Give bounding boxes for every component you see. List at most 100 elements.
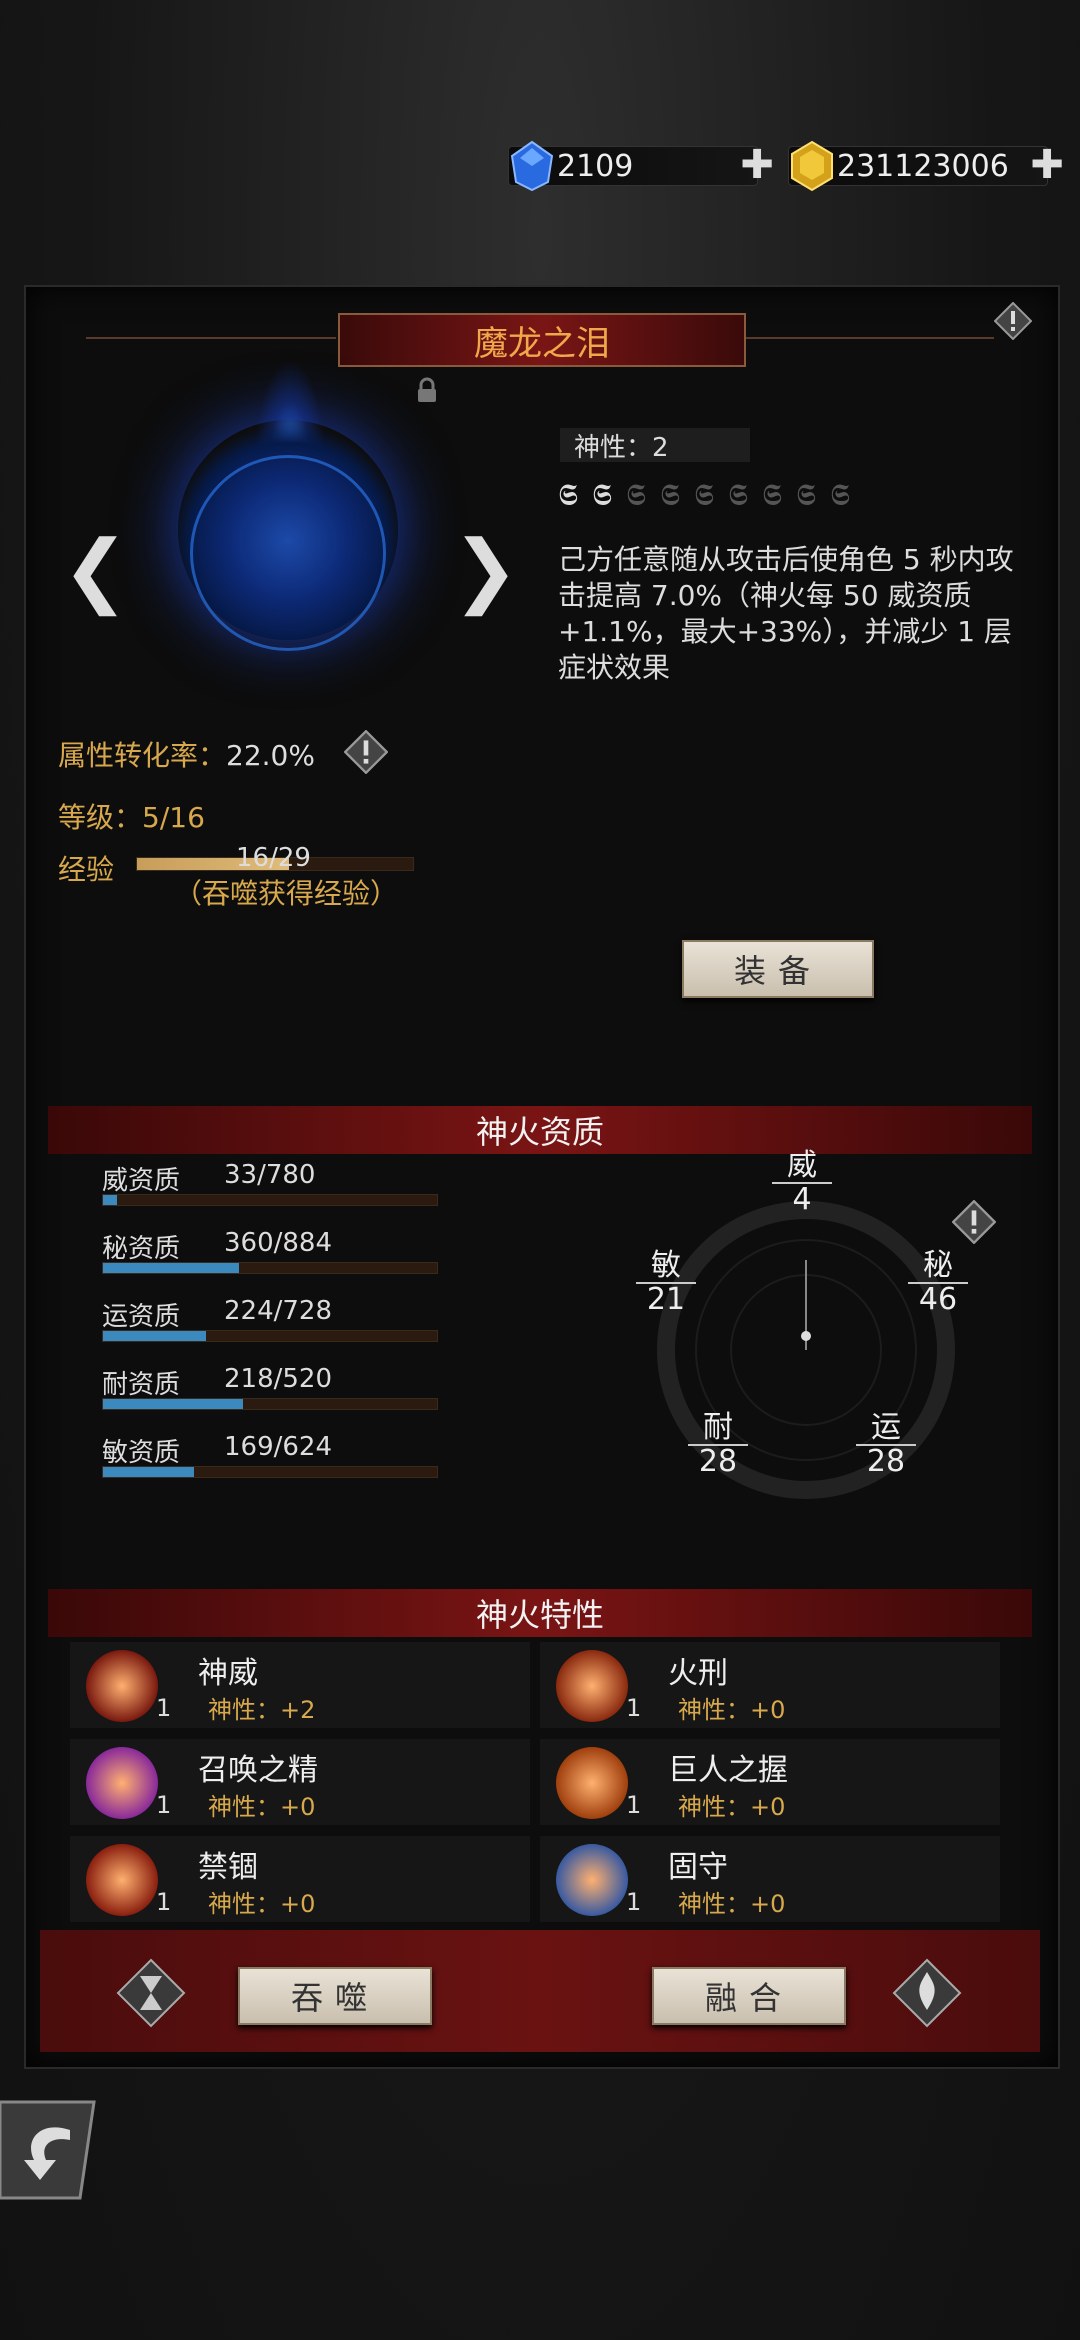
divinity-flame-icon: 𝕾 <box>592 478 612 513</box>
trait-name: 召唤之精 <box>198 1753 318 1788</box>
trait-level: 1 <box>156 1791 172 1819</box>
trait-item[interactable]: 1 神威 神性：+2 <box>70 1642 530 1728</box>
radar-info-icon[interactable] <box>952 1200 996 1244</box>
radar-axis-value: 28 <box>698 1444 738 1479</box>
hourglass-icon[interactable] <box>116 1958 186 2028</box>
orb-ring <box>190 455 386 651</box>
quality-bar <box>102 1466 438 1478</box>
trait-divinity: 神性：+0 <box>678 1793 786 1821</box>
trait-name: 固守 <box>668 1850 728 1885</box>
quality-bar-fill <box>103 1263 239 1273</box>
trait-divinity: 神性：+0 <box>678 1890 786 1918</box>
divinity-flame-icon: 𝕾 <box>626 478 646 513</box>
add-gold-button[interactable]: ✚ <box>1028 145 1066 185</box>
conversion-value: 22.0% <box>226 739 315 772</box>
lock-icon[interactable] <box>416 377 438 403</box>
trait-name: 神威 <box>198 1656 258 1691</box>
radar-axis-name: 秘 <box>908 1250 968 1284</box>
quality-bar-fill <box>103 1331 206 1341</box>
prev-arrow-icon[interactable]: ❮ <box>62 530 129 610</box>
quality-value: 169/624 <box>224 1432 333 1462</box>
gem-currency: 2109 ✚ <box>508 140 774 192</box>
fist-icon <box>556 1747 628 1819</box>
fusion-icon[interactable] <box>892 1958 962 2028</box>
gold-currency: 231123006 ✚ <box>788 140 1064 192</box>
divinity-label: 神性：2 <box>560 428 750 463</box>
quality-bar <box>102 1398 438 1410</box>
fuse-button[interactable]: 融合 <box>652 1967 846 2025</box>
exp-label: 经验 <box>58 853 115 886</box>
gem-icon <box>510 140 554 192</box>
next-arrow-icon[interactable]: ❯ <box>452 530 519 610</box>
radar-axis-value: 28 <box>866 1444 906 1479</box>
conversion-rate: 属性转化率：22.0% <box>58 734 315 774</box>
quality-bar-fill <box>103 1467 194 1477</box>
quality-bar <box>102 1330 438 1342</box>
qualities-header: 神火资质 <box>48 1106 1032 1154</box>
divinity-flame-icon: 𝕾 <box>694 478 714 513</box>
radar-axis-value: 4 <box>792 1182 812 1217</box>
radar-axis-name: 运 <box>856 1412 916 1446</box>
exp-value: 16/29 <box>236 843 311 873</box>
conversion-label: 属性转化率： <box>58 739 227 772</box>
radar-axis-label: 耐 28 <box>688 1412 748 1478</box>
divider <box>744 337 994 339</box>
radar-axis-label: 威4 <box>772 1150 832 1216</box>
radar-axis-name: 耐 <box>688 1412 748 1446</box>
radar-axis-name: 威 <box>772 1150 832 1184</box>
quality-label: 运资质 <box>102 1302 181 1332</box>
trait-level: 1 <box>156 1888 172 1916</box>
trait-level: 1 <box>626 1694 642 1722</box>
skull-icon <box>86 1747 158 1819</box>
divinity-flames: 𝕾𝕾𝕾𝕾𝕾𝕾𝕾𝕾𝕾 <box>558 478 858 516</box>
devour-button[interactable]: 吞噬 <box>238 1967 432 2025</box>
item-title: 魔龙之泪 <box>338 313 746 367</box>
gold-icon <box>791 140 833 192</box>
trait-level: 1 <box>156 1694 172 1722</box>
back-button[interactable] <box>0 2100 96 2200</box>
trait-item[interactable]: 1 召唤之精 神性：+0 <box>70 1739 530 1825</box>
trait-name: 巨人之握 <box>668 1753 788 1788</box>
trait-level: 1 <box>626 1791 642 1819</box>
quality-value: 224/728 <box>224 1296 333 1326</box>
trait-divinity: 神性：+0 <box>208 1890 316 1918</box>
trait-item[interactable]: 1 巨人之握 神性：+0 <box>540 1739 1000 1825</box>
shield-icon <box>556 1844 628 1916</box>
quality-bar-fill <box>103 1195 118 1205</box>
divinity-flame-icon: 𝕾 <box>830 478 850 513</box>
quality-bar <box>102 1194 438 1206</box>
level: 等级：5/16 <box>58 796 205 836</box>
quality-bar <box>102 1262 438 1274</box>
divinity-flame-icon: 𝕾 <box>728 478 748 513</box>
item-description: 己方任意随从攻击后使角色 5 秒内攻击提高 7.0%（神火每 50 威资质 +1… <box>558 543 1014 684</box>
equip-button[interactable]: 装备 <box>682 940 874 998</box>
trait-name: 火刑 <box>668 1656 728 1691</box>
divinity-flame-icon: 𝕾 <box>660 478 680 513</box>
radar-axis-value: 46 <box>918 1282 958 1317</box>
divinity-flame-icon: 𝕾 <box>558 478 578 513</box>
trait-name: 禁锢 <box>198 1850 258 1885</box>
add-gems-button[interactable]: ✚ <box>738 145 776 185</box>
trait-divinity: 神性：+0 <box>678 1696 786 1724</box>
trait-item[interactable]: 1 固守 神性：+0 <box>540 1836 1000 1922</box>
radar-axis-label: 敏 21 <box>636 1250 696 1316</box>
traits-header: 神火特性 <box>48 1589 1032 1637</box>
trait-item[interactable]: 1 禁锢 神性：+0 <box>70 1836 530 1922</box>
level-label: 等级： <box>58 801 143 834</box>
quality-label: 耐资质 <box>102 1370 181 1400</box>
level-value: 5/16 <box>142 801 205 834</box>
divinity-flame-icon: 𝕾 <box>796 478 816 513</box>
spiral-icon <box>86 1844 158 1916</box>
quality-value: 360/884 <box>224 1228 333 1258</box>
radar-axis-value: 21 <box>646 1282 686 1317</box>
divider <box>86 337 336 339</box>
trait-item[interactable]: 1 火刑 神性：+0 <box>540 1642 1000 1728</box>
flame-icon <box>556 1650 628 1722</box>
trait-divinity: 神性：+0 <box>208 1793 316 1821</box>
radar-axis-name: 敏 <box>636 1250 696 1284</box>
exp-hint: （吞噬获得经验） <box>174 877 399 910</box>
action-bar <box>40 1930 1040 2052</box>
conversion-info-icon[interactable] <box>344 730 388 774</box>
radar-axis-label: 秘 46 <box>908 1250 968 1316</box>
info-icon[interactable] <box>994 302 1032 340</box>
